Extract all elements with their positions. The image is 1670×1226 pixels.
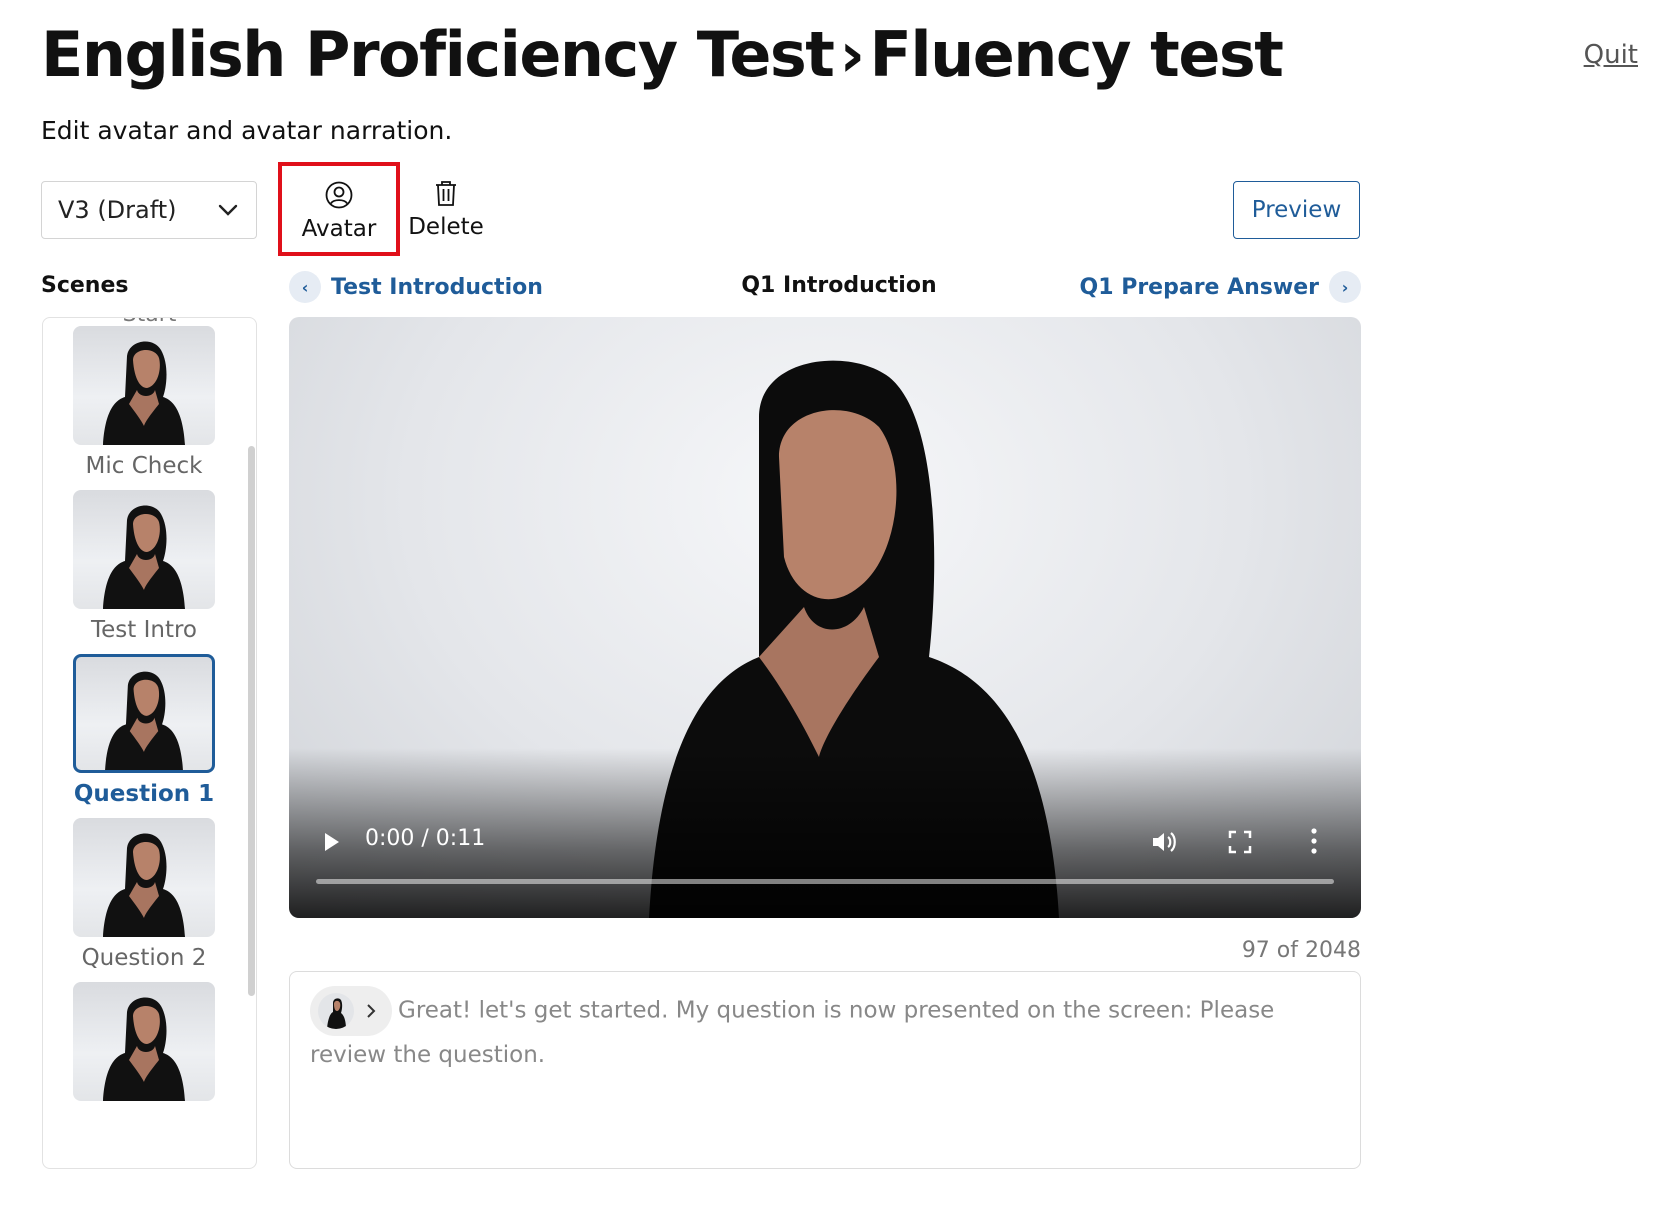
scene-thumbnail bbox=[73, 982, 215, 1101]
prev-scene-link[interactable]: ‹ Test Introduction bbox=[289, 271, 543, 303]
narration-text[interactable]: Great! let's get started. My question is… bbox=[310, 998, 1274, 1069]
scenes-list[interactable]: Start Mic CheckTest IntroQuestion 1Quest… bbox=[42, 317, 257, 1169]
page-title-sub: Fluency test bbox=[869, 18, 1284, 91]
delete-button[interactable]: Delete bbox=[406, 178, 486, 240]
scene-label: Test Intro bbox=[90, 617, 197, 643]
trash-icon bbox=[436, 181, 456, 206]
scene-label: Mic Check bbox=[85, 453, 203, 479]
scene-thumbnail bbox=[73, 326, 215, 445]
delete-button-label: Delete bbox=[408, 214, 484, 240]
avatar-button[interactable]: Avatar bbox=[278, 162, 400, 256]
character-count: 97 of 2048 bbox=[1241, 938, 1361, 963]
video-progress-bar[interactable] bbox=[316, 879, 1334, 884]
breadcrumb-separator: › bbox=[839, 18, 865, 91]
preview-button[interactable]: Preview bbox=[1233, 181, 1360, 239]
voice-selector[interactable] bbox=[310, 986, 392, 1036]
video-player[interactable]: 0:00 / 0:11 bbox=[289, 317, 1361, 918]
fullscreen-icon[interactable] bbox=[1226, 828, 1254, 856]
scene-thumbnail bbox=[73, 818, 215, 937]
scene-navigation: ‹ Test Introduction Q1 Introduction Q1 P… bbox=[289, 271, 1361, 305]
quit-link[interactable]: Quit bbox=[1584, 40, 1638, 70]
narration-editor[interactable]: Great! let's get started. My question is… bbox=[289, 971, 1361, 1169]
scene-item[interactable]: Question 2 bbox=[73, 818, 215, 971]
avatar-thumbnail-mini bbox=[318, 993, 354, 1029]
scene-item[interactable]: Mic Check bbox=[73, 326, 215, 479]
current-scene-label: Q1 Introduction bbox=[741, 273, 937, 298]
scene-thumbnail bbox=[73, 490, 215, 609]
chevron-right-icon: › bbox=[1329, 271, 1361, 303]
next-scene-link[interactable]: Q1 Prepare Answer › bbox=[1080, 271, 1361, 303]
page-title-main: English Proficiency Test bbox=[41, 18, 835, 91]
scene-label: Question 2 bbox=[81, 945, 207, 971]
version-select[interactable]: V3 (Draft) bbox=[41, 181, 257, 239]
user-circle-icon bbox=[325, 181, 353, 209]
avatar-button-label: Avatar bbox=[301, 216, 377, 242]
prev-scene-label: Test Introduction bbox=[331, 274, 543, 300]
chevron-left-icon: ‹ bbox=[289, 271, 321, 303]
page-subtitle: Edit avatar and avatar narration. bbox=[41, 116, 453, 145]
scene-label: Question 1 bbox=[73, 781, 215, 807]
scenes-scrollbar[interactable] bbox=[248, 446, 255, 996]
scene-item[interactable]: Test Intro bbox=[73, 490, 215, 643]
chevron-right-icon bbox=[367, 1004, 376, 1018]
next-scene-label: Q1 Prepare Answer bbox=[1079, 274, 1319, 300]
volume-icon[interactable] bbox=[1149, 827, 1179, 857]
page-title: English Proficiency Test›Fluency test bbox=[41, 18, 1284, 91]
video-time: 0:00 / 0:11 bbox=[365, 826, 486, 851]
scenes-heading: Scenes bbox=[41, 273, 129, 298]
chevron-down-icon bbox=[218, 204, 238, 216]
play-icon[interactable] bbox=[319, 830, 343, 854]
scene-thumbnail bbox=[73, 654, 215, 773]
scene-item[interactable] bbox=[73, 982, 215, 1101]
version-select-value: V3 (Draft) bbox=[58, 196, 177, 224]
more-options-icon[interactable] bbox=[1299, 825, 1329, 857]
scene-item[interactable]: Question 1 bbox=[73, 654, 215, 807]
